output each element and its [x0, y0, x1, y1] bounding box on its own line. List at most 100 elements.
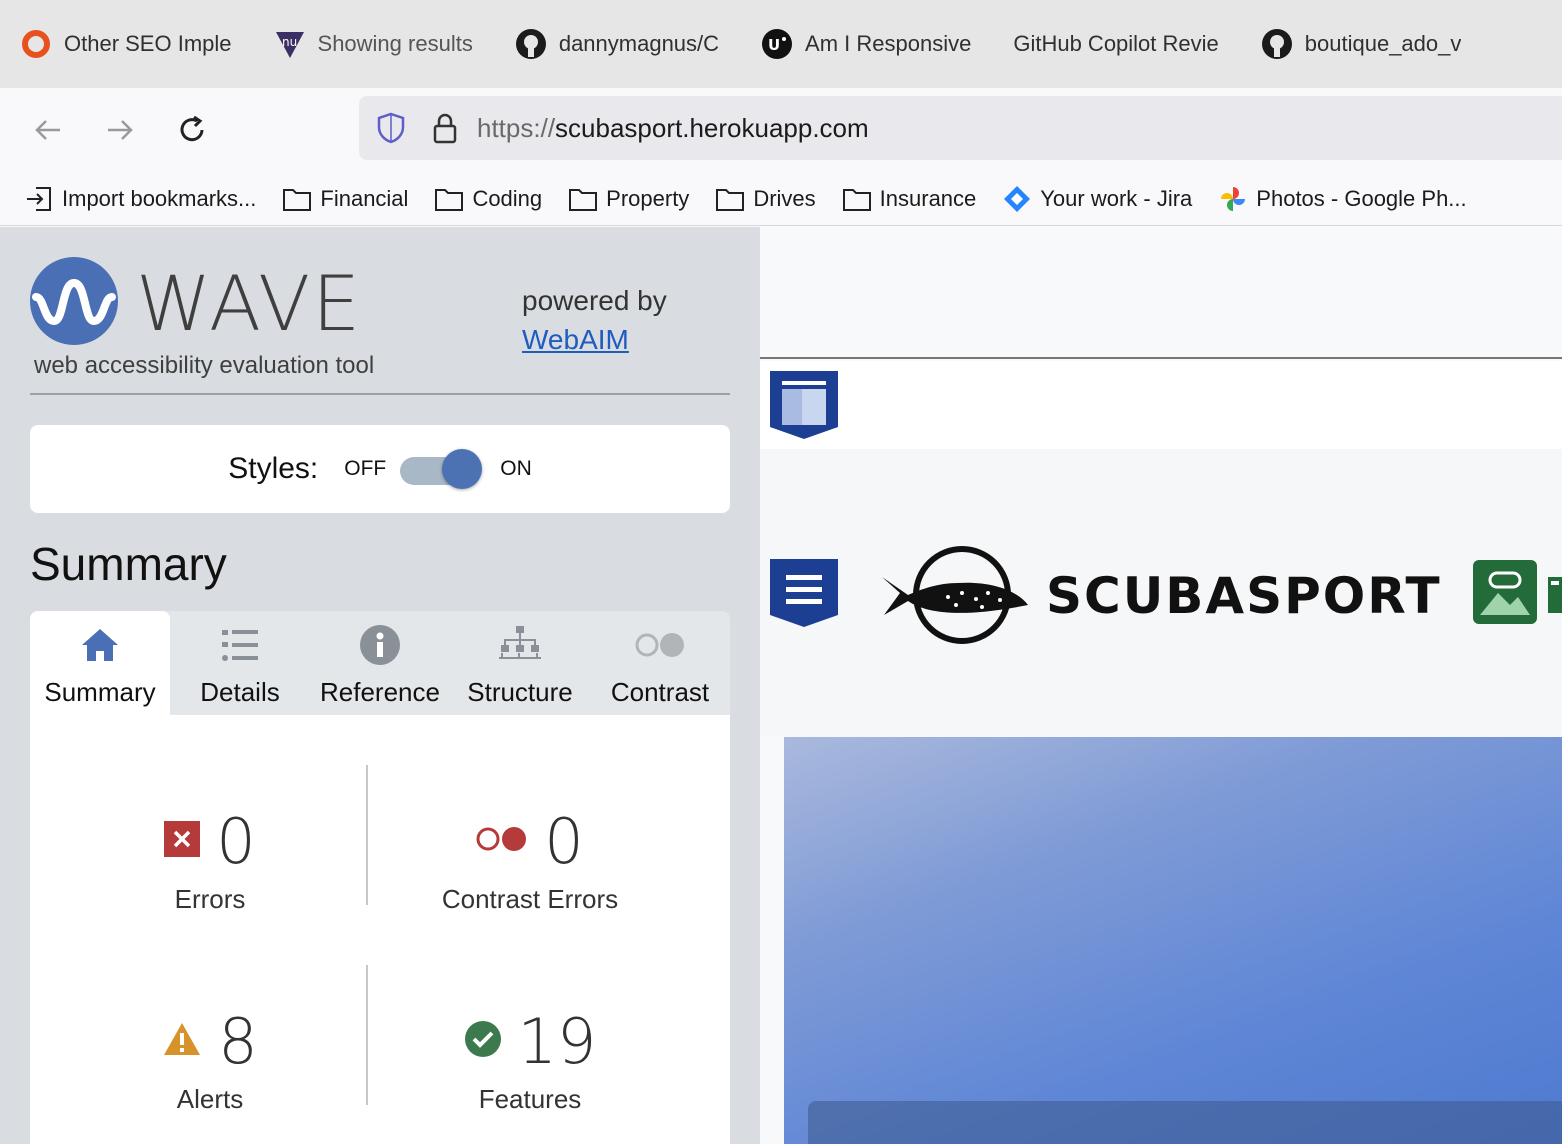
url-bar[interactable]: https://scubasport.herokuapp.com: [359, 96, 1562, 160]
wave-header-region-icon[interactable]: [768, 369, 840, 446]
url-text: https://scubasport.herokuapp.com: [477, 113, 869, 144]
github-icon: [515, 28, 547, 60]
brand-name: SCUBASPORT: [1046, 567, 1442, 625]
linked-image-icon[interactable]: [1472, 559, 1538, 630]
forward-button[interactable]: [96, 106, 144, 154]
tab-reference[interactable]: Reference: [310, 611, 450, 715]
tab-label: Other SEO Imple: [64, 31, 232, 56]
styles-toggle[interactable]: [400, 449, 486, 489]
bookmark-label: Photos - Google Ph...: [1256, 185, 1467, 211]
tab-label: Summary: [44, 677, 156, 707]
hero-overlay: [808, 1101, 1562, 1144]
bookmark-label: Coding: [472, 185, 543, 211]
url-protocol: https://: [477, 112, 556, 143]
nu-validator-icon: nu: [274, 28, 306, 60]
feature-check-icon: [464, 1020, 502, 1063]
navigation-bar: https://scubasport.herokuapp.com: [0, 88, 1562, 172]
alerts-label: Alerts: [176, 1084, 244, 1114]
whale-shark-logo-icon[interactable]: [878, 543, 1034, 652]
url-host: scubasport.herokuapp.com: [555, 112, 869, 143]
lock-icon: [433, 113, 457, 144]
bookmark-jira[interactable]: Your work - Jira: [1002, 184, 1192, 214]
forward-arrow-icon: [108, 120, 133, 140]
alt-text-icon[interactable]: [1548, 577, 1562, 618]
bookmark-folder-property[interactable]: Property: [568, 184, 689, 214]
folder-icon: [434, 184, 464, 214]
folder-icon: [568, 184, 598, 214]
contrast-errors-label: Contrast Errors: [441, 884, 619, 914]
browser-tab-strip: Other SEO Imple nu Showing results danny…: [0, 0, 1562, 88]
import-icon: [24, 184, 54, 214]
tab-summary[interactable]: Summary: [30, 611, 170, 715]
folder-icon: [842, 184, 872, 214]
errors-stat[interactable]: 0 Errors: [45, 805, 375, 915]
hierarchy-icon: [498, 623, 542, 667]
toggle-knob[interactable]: [442, 449, 483, 489]
reload-icon: [180, 115, 204, 142]
shield-icon: [377, 112, 405, 144]
contrast-icon: [634, 623, 686, 667]
wave-title: WAVE: [136, 259, 363, 348]
styles-on-label: ON: [500, 457, 532, 480]
bookmark-label: Financial: [320, 185, 409, 211]
bookmark-folder-insurance[interactable]: Insurance: [842, 184, 977, 214]
jira-icon: [1002, 184, 1032, 214]
powered-by-text: powered by: [522, 285, 667, 316]
page-top-bar: [760, 227, 1562, 359]
webaim-link[interactable]: WebAIM: [522, 324, 629, 356]
bookmark-folder-drives[interactable]: Drives: [715, 184, 816, 214]
bookmark-label: Drives: [753, 185, 816, 211]
tab-structure[interactable]: Structure: [450, 611, 590, 715]
bookmark-label: Import bookmarks...: [62, 185, 257, 211]
svg-text:U: U: [768, 36, 780, 54]
divider: [30, 393, 730, 395]
tab-details[interactable]: Details: [170, 611, 310, 715]
contrast-errors-count: 0: [544, 805, 584, 878]
bookmarks-bar: Import bookmarks... Financial Coding Pro…: [0, 172, 1562, 226]
tab-label: Showing results: [317, 31, 473, 56]
alerts-stat[interactable]: 8 Alerts: [45, 1005, 375, 1115]
error-icon: [164, 821, 201, 862]
folder-icon: [715, 184, 745, 214]
list-icon: [220, 623, 260, 667]
github-icon: [1261, 28, 1293, 60]
ui-icon: U: [761, 28, 793, 60]
page-strip: [760, 361, 1562, 449]
bookmark-import[interactable]: Import bookmarks...: [24, 184, 256, 214]
tab-contrast[interactable]: Contrast: [590, 611, 730, 715]
tab-label: Contrast: [610, 677, 710, 707]
seo-ring-icon: [20, 28, 52, 60]
svg-text:nu: nu: [282, 35, 297, 49]
tab-label: Am I Responsive: [805, 31, 972, 56]
browser-tab[interactable]: Other SEO Imple: [20, 0, 232, 88]
features-label: Features: [478, 1084, 582, 1114]
reload-button[interactable]: [168, 106, 216, 154]
summary-heading: Summary: [30, 538, 227, 590]
styles-off-label: OFF: [344, 457, 387, 480]
alert-icon: [162, 1021, 202, 1062]
tab-label: Reference: [320, 677, 440, 707]
bookmark-label: Insurance: [879, 185, 977, 211]
back-button[interactable]: [24, 106, 72, 154]
tab-label: dannymagnus/C: [558, 31, 720, 56]
wave-sidebar: WAVE web accessibility evaluation tool p…: [0, 227, 760, 1144]
wave-subtitle: web accessibility evaluation tool: [34, 352, 375, 379]
browser-tab[interactable]: nu Showing results: [274, 0, 473, 88]
browser-tab[interactable]: U Am I Responsive: [761, 0, 971, 88]
bookmark-folder-coding[interactable]: Coding: [434, 184, 542, 214]
browser-tab[interactable]: boutique_ado_v: [1261, 0, 1461, 88]
browser-tab[interactable]: dannymagnus/C: [515, 0, 719, 88]
browser-tab[interactable]: GitHub Copilot Revie: [1013, 0, 1218, 88]
folder-icon: [282, 184, 312, 214]
styles-label: Styles:: [228, 452, 319, 485]
bookmark-folder-financial[interactable]: Financial: [282, 184, 408, 214]
summary-panel: 0 Errors 0 Contrast Errors 8 Alerts 19 F…: [30, 715, 730, 1144]
tab-label: Details: [200, 677, 280, 707]
wave-tabs: Summary Details Reference Structure Cont…: [30, 611, 730, 715]
features-stat[interactable]: 19 Features: [365, 1005, 695, 1115]
errors-label: Errors: [174, 884, 246, 914]
contrast-errors-stat[interactable]: 0 Contrast Errors: [365, 805, 695, 915]
wave-navigation-icon[interactable]: [768, 557, 840, 634]
bookmark-google-photos[interactable]: Photos - Google Ph...: [1218, 184, 1467, 214]
hero-image: [784, 737, 1562, 1144]
